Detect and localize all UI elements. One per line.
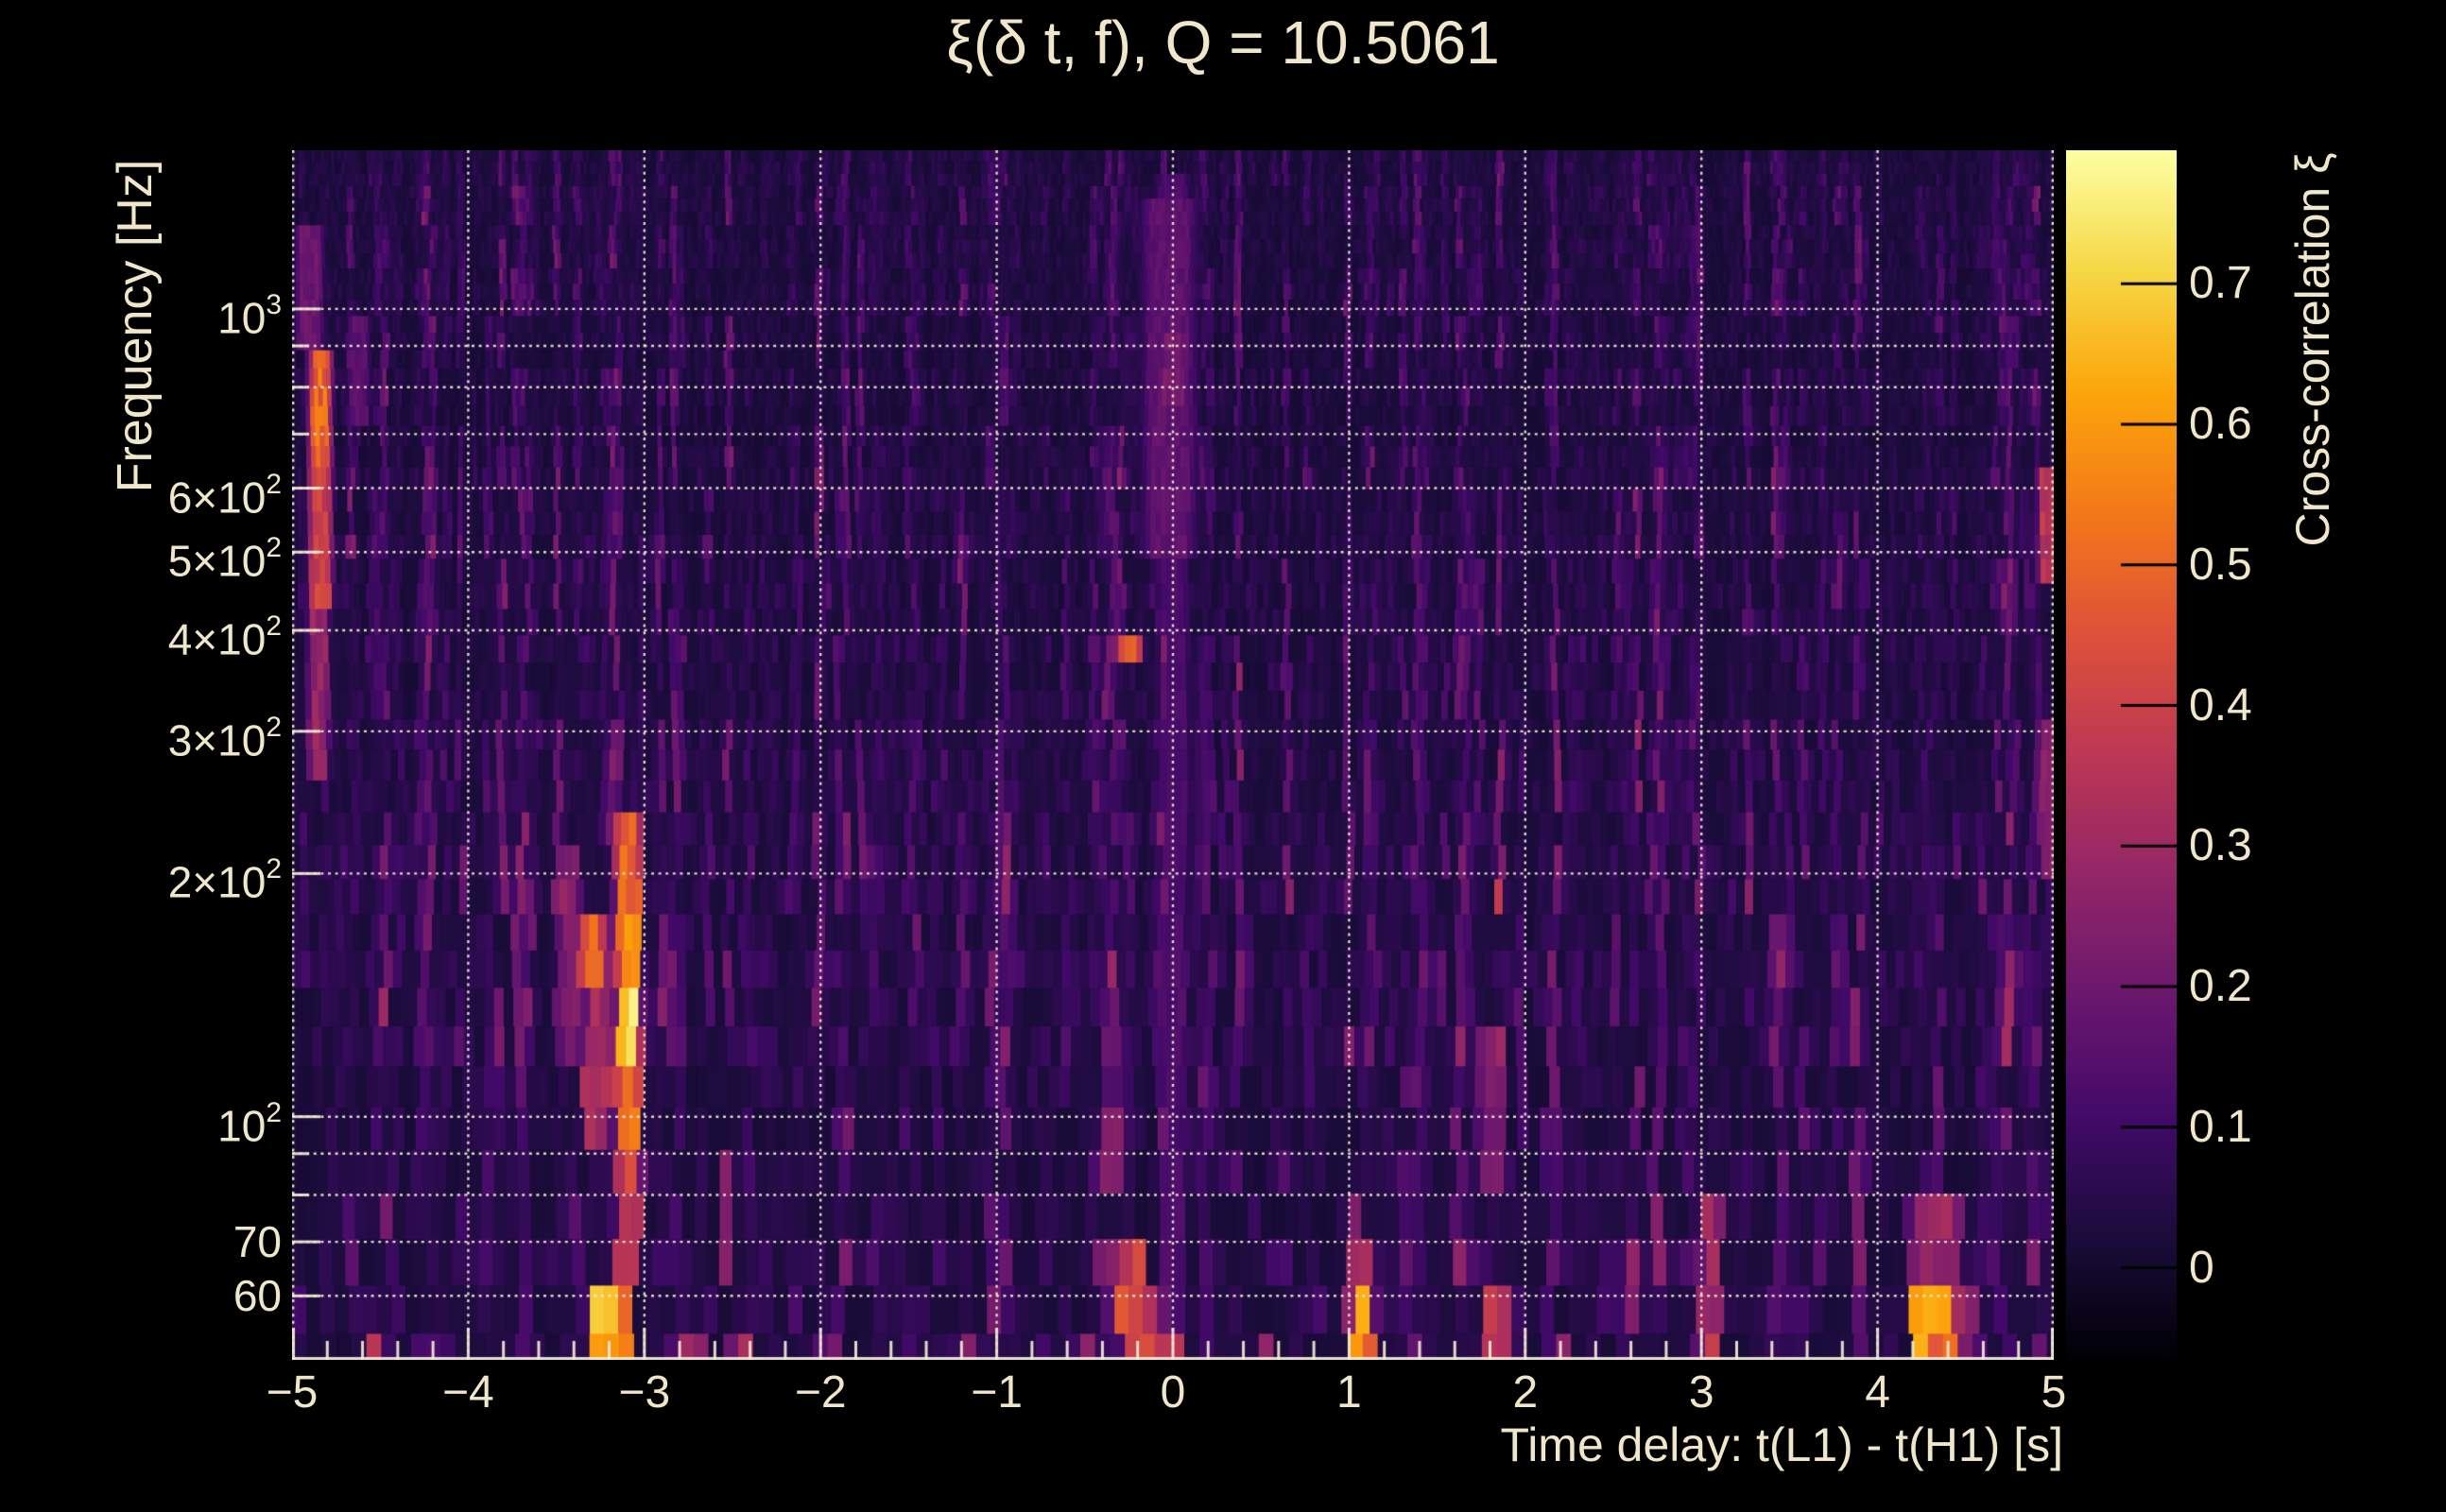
x-tick-label: −4	[442, 1367, 494, 1418]
y-tick-exponent: 2	[266, 532, 282, 564]
y-tick-mantissa: 5×10	[167, 536, 267, 586]
y-tick-label: 70	[0, 1215, 282, 1268]
y-tick-label: 2×102	[0, 847, 282, 906]
heatmap-canvas	[292, 150, 2054, 1360]
y-tick-label: 3×102	[0, 705, 282, 765]
y-tick-exponent: 3	[266, 288, 282, 320]
y-tick-mantissa: 10	[217, 293, 267, 343]
colorbar-canvas	[2066, 150, 2177, 1360]
colorbar-tick-label: 0.4	[2189, 679, 2252, 730]
x-tick-label: 1	[1336, 1367, 1362, 1418]
y-tick-exponent: 2	[266, 468, 282, 500]
root-pad: ξ(δ t, f), Q = 10.5061 Frequency [Hz] Ti…	[0, 0, 2446, 1512]
y-tick-label: 60	[0, 1269, 282, 1322]
y-tick-mantissa: 60	[233, 1271, 282, 1321]
colorbar-tick-label: 0.1	[2189, 1101, 2252, 1152]
x-axis-title: Time delay: t(L1) - t(H1) [s]	[1500, 1418, 2063, 1471]
colorbar-tick-label: 0.2	[2189, 961, 2252, 1012]
colorbar-tick-label: 0.3	[2189, 820, 2252, 871]
y-tick-label: 4×102	[0, 604, 282, 663]
y-tick-label: 6×102	[0, 462, 282, 522]
x-tick-label: −1	[971, 1367, 1023, 1418]
x-tick-label: 4	[1865, 1367, 1890, 1418]
y-tick-mantissa: 70	[233, 1217, 282, 1267]
x-tick-label: −3	[618, 1367, 671, 1418]
x-tick-label: 5	[2041, 1367, 2067, 1418]
y-tick-label: 103	[0, 283, 282, 342]
colorbar-title: Cross-correlation ξ	[2286, 152, 2339, 547]
y-tick-exponent: 2	[266, 610, 282, 643]
colorbar-tick-label: 0.6	[2189, 399, 2252, 450]
colorbar-tick-label: 0.5	[2189, 539, 2252, 590]
x-tick-label: 2	[1512, 1367, 1539, 1418]
x-tick-label: 3	[1688, 1367, 1714, 1418]
x-tick-label: −2	[794, 1367, 847, 1418]
y-tick-exponent: 2	[266, 1096, 282, 1128]
x-tick-label: −5	[266, 1367, 319, 1418]
y-tick-label: 102	[0, 1091, 282, 1150]
colorbar-tick-label: 0.7	[2189, 258, 2252, 309]
y-tick-mantissa: 4×10	[167, 614, 267, 664]
y-tick-mantissa: 10	[217, 1101, 267, 1151]
y-tick-mantissa: 6×10	[167, 472, 267, 522]
y-tick-exponent: 2	[266, 711, 282, 743]
y-tick-label: 5×102	[0, 525, 282, 585]
colorbar-tick-label: 0	[2189, 1242, 2214, 1293]
y-tick-mantissa: 3×10	[167, 715, 267, 765]
chart-title: ξ(δ t, f), Q = 10.5061	[946, 9, 1500, 77]
x-tick-label: 0	[1160, 1367, 1186, 1418]
y-tick-exponent: 2	[266, 853, 282, 885]
y-tick-mantissa: 2×10	[167, 857, 267, 907]
